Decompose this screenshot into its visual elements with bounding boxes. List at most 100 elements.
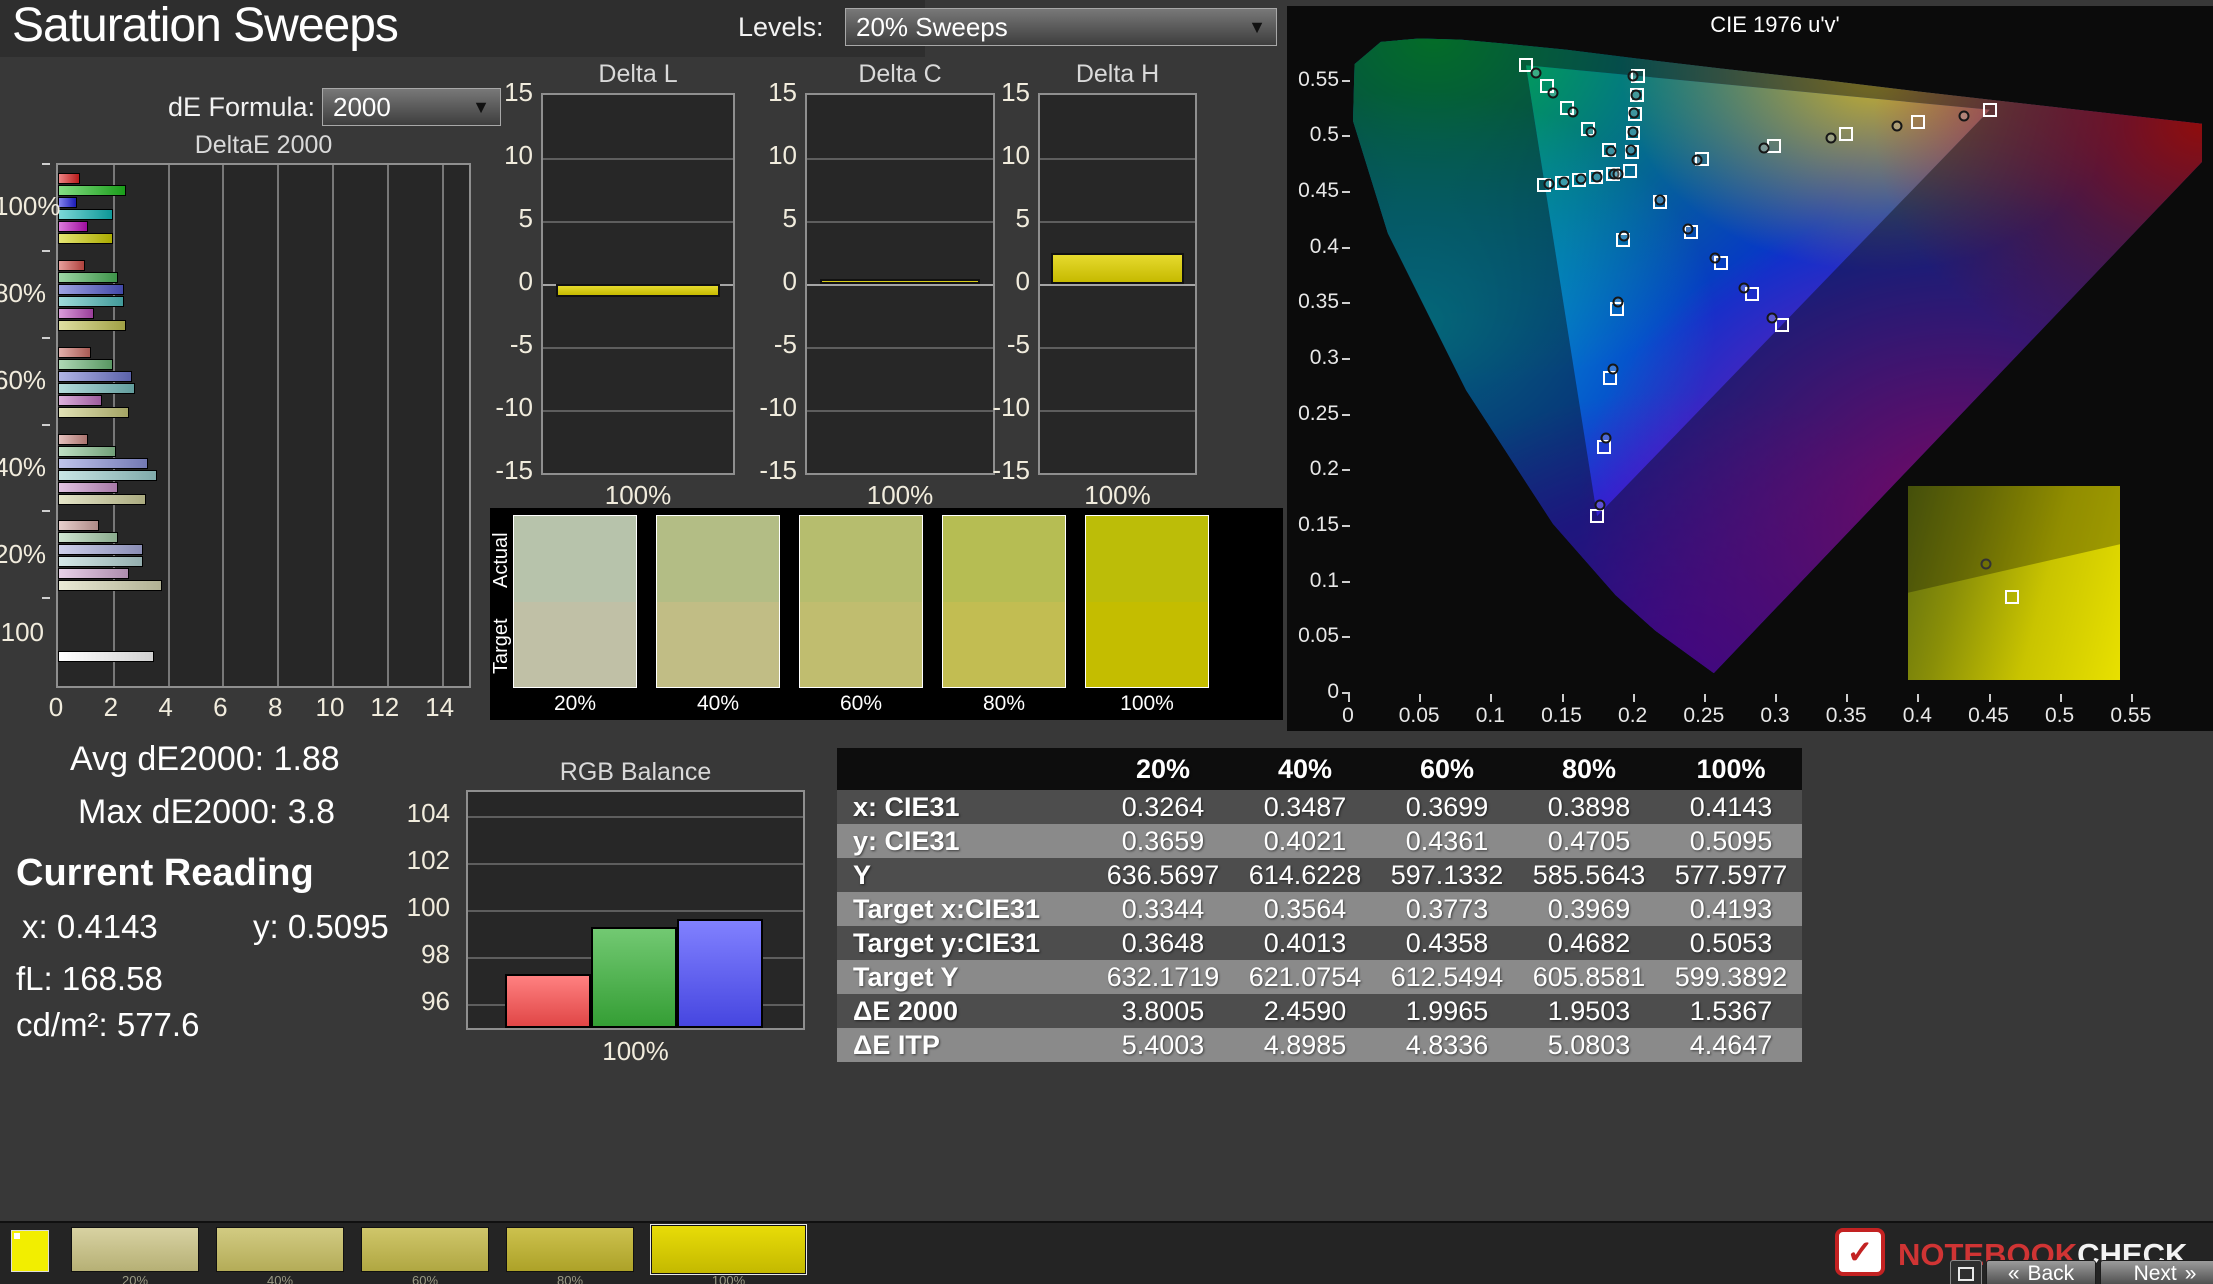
cie-target-whitepoint	[1623, 164, 1637, 178]
next-button[interactable]: Next »	[2100, 1260, 2213, 1284]
rgb-y-tick-label: 98	[400, 939, 450, 970]
swatch-60%	[799, 515, 923, 688]
sweep-thumbnail-80%[interactable]	[506, 1227, 634, 1272]
deltae2000-chart-title: DeltaE 2000	[56, 131, 471, 160]
rgb-bar-G	[591, 927, 677, 1028]
de-bar-80%-3	[58, 296, 124, 307]
de-x-tick-label: 4	[146, 692, 186, 723]
de-y-tick	[42, 424, 50, 426]
delta-chart-Delta C	[805, 93, 995, 475]
sweep-thumbnail-label-20%[interactable]: 20%	[71, 1273, 199, 1284]
table-row: Y636.5697614.6228597.1332585.5643577.597…	[837, 858, 1802, 892]
next-button-label: Next	[2134, 1262, 2177, 1284]
delta-gridline	[807, 347, 993, 349]
sweep-thumbnail-60%[interactable]	[361, 1227, 489, 1272]
sweep-thumbnail-20%[interactable]	[71, 1227, 199, 1272]
delta-gridline	[543, 221, 733, 223]
cie-x-tick	[1917, 694, 1919, 702]
sweep-thumbnail-100%[interactable]	[651, 1225, 806, 1274]
table-row-label: Target y:CIE31	[837, 928, 1092, 959]
current-patch-thumbnail[interactable]	[11, 1230, 49, 1272]
table-cell: 597.1332	[1376, 860, 1518, 891]
de-bar-80%-2	[58, 284, 124, 295]
back-button[interactable]: « Back	[1986, 1260, 2096, 1284]
de-bar-60%-1	[58, 359, 113, 370]
table-cell: 0.3659	[1092, 826, 1234, 857]
delta-bar-Delta C	[820, 279, 980, 284]
sweep-thumbnail-label-60%[interactable]: 60%	[361, 1273, 489, 1284]
de-y-tick	[42, 163, 50, 165]
delta-gridline	[807, 284, 993, 286]
swatch-actual-80%	[943, 516, 1065, 602]
delta-bar-Delta L	[556, 284, 719, 297]
rgb-y-tick-label: 104	[400, 798, 450, 829]
de-y-tick	[42, 510, 50, 512]
de-bar-20%-4	[58, 568, 129, 579]
table-cell: 0.3699	[1376, 792, 1518, 823]
delta-y-tick-label: 15	[481, 77, 533, 108]
levels-dropdown[interactable]: 20% Sweeps ▼	[845, 8, 1277, 46]
de-bar-80%-1	[58, 272, 118, 283]
cie-x-tick-label: 0.45	[1959, 704, 2019, 728]
current-cdm2-value: cd/m²: 577.6	[16, 1006, 199, 1044]
de-bar-100%-4	[58, 221, 88, 232]
swatch-label-40%: 40%	[656, 692, 780, 716]
delta-y-tick-label: 5	[745, 203, 797, 234]
table-cell: 0.3969	[1518, 894, 1660, 925]
table-cell: 1.9503	[1518, 996, 1660, 1027]
cie-measured-cyan-100	[1543, 179, 1554, 190]
de-bar-40%-4	[58, 482, 118, 493]
delta-y-tick-label: -10	[481, 392, 533, 423]
cie-y-tick-label: 0.15	[1287, 513, 1339, 537]
delta-y-tick-label: 15	[978, 77, 1030, 108]
delta-y-tick-label: -15	[978, 455, 1030, 486]
cie-measured-magenta-100	[1767, 312, 1778, 323]
table-cell: 0.4021	[1234, 826, 1376, 857]
cie-x-tick	[1419, 694, 1421, 702]
table-cell: 0.4705	[1518, 826, 1660, 857]
delta-gridline	[1040, 410, 1195, 412]
table-cell: 4.8985	[1234, 1030, 1376, 1061]
sweep-thumbnail-label-80%[interactable]: 80%	[506, 1273, 634, 1284]
cie-target-red-60	[1839, 127, 1853, 141]
table-cell: 0.3344	[1092, 894, 1234, 925]
table-row: Target Y632.1719621.0754612.5494605.8581…	[837, 960, 1802, 994]
de-bar-80%-4	[58, 308, 94, 319]
cie-x-tick-label: 0	[1318, 704, 1378, 728]
sweep-thumbnail-40%[interactable]	[216, 1227, 344, 1272]
de-y-tick-label: 40%	[0, 452, 44, 483]
rgb-balance-chart	[466, 790, 805, 1030]
sweep-thumbnail-label-100%[interactable]: 100%	[651, 1273, 806, 1284]
de-bar-40%-2	[58, 458, 148, 469]
sweep-thumbnail-label-40%[interactable]: 40%	[216, 1273, 344, 1284]
de-bar-100%-5	[58, 233, 113, 244]
swatch-target-100%	[1086, 602, 1208, 687]
notebookcheck-logo-icon: ✓	[1835, 1228, 1885, 1276]
patch-window-button[interactable]	[1950, 1260, 1982, 1284]
table-cell: 5.4003	[1092, 1030, 1234, 1061]
de-x-tick-label: 12	[365, 692, 405, 723]
table-row-label: y: CIE31	[837, 826, 1092, 857]
back-arrow-icon: «	[2008, 1262, 2020, 1284]
table-header-cell: 80%	[1518, 754, 1660, 785]
cie-measured-magenta-80	[1738, 282, 1749, 293]
cie-measured-red-80	[1892, 121, 1903, 132]
table-cell: 0.5053	[1660, 928, 1802, 959]
cie-measured-magenta-60	[1710, 252, 1721, 263]
cie-y-tick-label: 0.55	[1287, 68, 1339, 92]
cie-measured-yellow-60	[1629, 108, 1640, 119]
table-row-label: ΔE ITP	[837, 1030, 1092, 1061]
de-gridline	[332, 165, 334, 686]
table-row-label: Y	[837, 860, 1092, 891]
cie-x-tick-label: 0.35	[1816, 704, 1876, 728]
de-x-tick-label: 6	[200, 692, 240, 723]
swatch-label-20%: 20%	[513, 692, 637, 716]
rgb-gridline	[468, 910, 803, 912]
de-y-tick	[42, 597, 50, 599]
delta-gridline	[1040, 221, 1195, 223]
cie-measured-cyan-60	[1576, 173, 1587, 184]
swatch-actual-60%	[800, 516, 922, 602]
de-formula-dropdown[interactable]: 2000 ▼	[322, 88, 501, 126]
table-cell: 0.4358	[1376, 928, 1518, 959]
swatch-label-80%: 80%	[942, 692, 1066, 716]
